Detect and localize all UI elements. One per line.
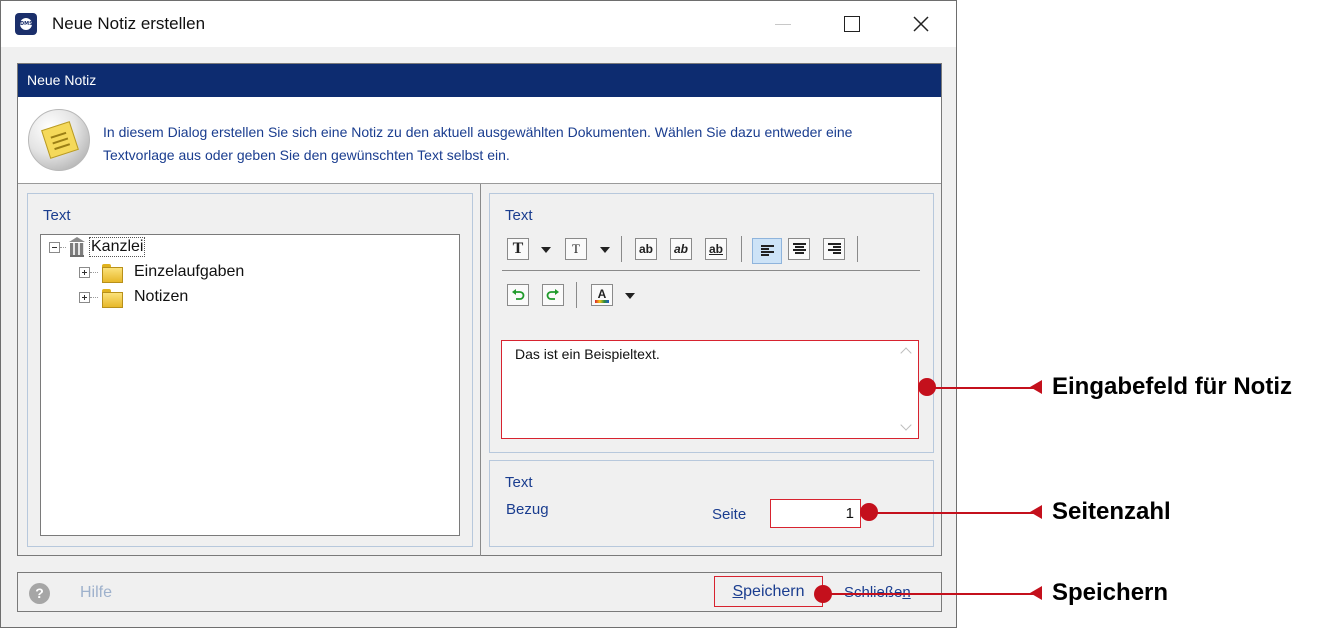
note-text-input[interactable]: Das ist ein Beispieltext. bbox=[501, 340, 919, 439]
redo-icon bbox=[546, 289, 559, 300]
align-center-button[interactable] bbox=[788, 238, 810, 260]
close-window-button[interactable] bbox=[893, 1, 949, 47]
dialog-header-title: Neue Notiz bbox=[27, 72, 97, 88]
close-icon bbox=[913, 16, 929, 32]
reference-panel-caption: Text bbox=[505, 474, 533, 491]
save-label: peichern bbox=[743, 582, 805, 600]
text-color-button[interactable]: A bbox=[591, 284, 613, 306]
callout-line-save bbox=[830, 593, 1034, 595]
help-icon[interactable]: ? bbox=[29, 583, 50, 604]
save-button[interactable]: Speichern bbox=[714, 576, 823, 607]
building-icon bbox=[68, 237, 86, 257]
minimize-button[interactable] bbox=[755, 1, 811, 47]
align-center-icon bbox=[792, 243, 806, 255]
note-editor-panel: Text T T ab ab ab A Das ist ein Beispiel… bbox=[489, 193, 934, 453]
callout-label-save: Speichern bbox=[1052, 579, 1169, 606]
font-icon: T bbox=[512, 240, 524, 257]
panel-divider bbox=[480, 184, 481, 556]
tree-node-kanzlei[interactable]: Kanzlei bbox=[49, 236, 146, 258]
note-text-value: Das ist ein Beispieltext. bbox=[515, 346, 660, 362]
app-icon-text: DMS bbox=[20, 21, 33, 27]
font-size-button[interactable]: T bbox=[565, 238, 587, 260]
page-number-input[interactable]: 1 bbox=[770, 499, 861, 528]
text-color-icon: A bbox=[597, 286, 607, 301]
align-right-icon bbox=[827, 243, 841, 255]
maximize-button[interactable] bbox=[823, 1, 879, 47]
callout-line-page bbox=[876, 512, 1034, 514]
info-text: In diesem Dialog erstellen Sie sich eine… bbox=[103, 124, 853, 163]
folder-icon bbox=[102, 288, 123, 308]
callout-label-page: Seitenzahl bbox=[1052, 498, 1171, 525]
callout-arrow-input bbox=[1030, 380, 1042, 394]
template-tree[interactable]: Kanzlei Einzelaufgaben Notizen bbox=[40, 234, 460, 536]
dialog-header: Neue Notiz bbox=[18, 64, 941, 97]
tree-node-einzelaufgaben[interactable]: Einzelaufgaben bbox=[79, 261, 244, 283]
tree-label-kanzlei: Kanzlei bbox=[89, 237, 146, 257]
note-icon bbox=[28, 109, 90, 171]
editor-panel-caption: Text bbox=[505, 207, 533, 224]
tree-label-notizen: Notizen bbox=[134, 288, 189, 305]
tree-label-einzelaufgaben: Einzelaufgaben bbox=[134, 263, 245, 280]
save-mnemonic: S bbox=[732, 582, 744, 600]
tree-node-notizen[interactable]: Notizen bbox=[79, 286, 188, 308]
align-left-button[interactable] bbox=[752, 238, 782, 264]
scroll-up-icon[interactable] bbox=[900, 347, 912, 359]
dialog-content: Neue Notiz In diesem Dialog erstellen Si… bbox=[17, 63, 942, 556]
template-tree-panel: Text Kanzlei Einzelaufgaben Notizen bbox=[27, 193, 473, 547]
underline-icon: ab bbox=[708, 242, 723, 256]
redo-button[interactable] bbox=[542, 284, 564, 306]
expand-icon[interactable] bbox=[79, 266, 90, 278]
folder-icon bbox=[102, 263, 123, 283]
font-size-dropdown-icon[interactable] bbox=[600, 247, 610, 253]
callout-arrow-save bbox=[1030, 586, 1042, 600]
font-size-icon: T bbox=[572, 241, 580, 256]
bold-button[interactable]: ab bbox=[635, 238, 657, 260]
dialog-footer: ? Hilfe Speichern Schließen bbox=[17, 572, 942, 612]
title-bar: DMS Neue Notiz erstellen bbox=[1, 1, 956, 47]
align-right-button[interactable] bbox=[823, 238, 845, 260]
seite-label: Seite bbox=[712, 506, 747, 523]
underline-button[interactable]: ab bbox=[705, 238, 727, 260]
callout-arrow-page bbox=[1030, 505, 1042, 519]
italic-icon: ab bbox=[673, 242, 688, 256]
help-button[interactable]: Hilfe bbox=[80, 584, 112, 602]
undo-icon bbox=[512, 289, 525, 300]
align-left-icon bbox=[760, 245, 774, 257]
scroll-down-icon[interactable] bbox=[900, 419, 912, 431]
info-area: In diesem Dialog erstellen Sie sich eine… bbox=[18, 97, 941, 184]
page-number-value: 1 bbox=[845, 505, 854, 522]
dialog-window: DMS Neue Notiz erstellen Neue Notiz In d… bbox=[0, 0, 957, 628]
expand-icon[interactable] bbox=[79, 291, 90, 303]
tree-panel-caption: Text bbox=[43, 207, 71, 224]
italic-button[interactable]: ab bbox=[670, 238, 692, 260]
bold-icon: ab bbox=[638, 242, 653, 256]
collapse-icon[interactable] bbox=[49, 241, 60, 253]
text-color-dropdown-icon[interactable] bbox=[625, 293, 635, 299]
font-dropdown-icon[interactable] bbox=[541, 247, 551, 253]
callout-line-input bbox=[934, 387, 1034, 389]
callout-label-input: Eingabefeld für Notiz bbox=[1052, 373, 1292, 400]
font-button[interactable]: T bbox=[507, 238, 529, 260]
undo-button[interactable] bbox=[507, 284, 529, 306]
bezug-label: Bezug bbox=[506, 501, 549, 518]
window-title: Neue Notiz erstellen bbox=[52, 14, 206, 33]
app-icon: DMS bbox=[15, 13, 37, 35]
note-scrollbar[interactable] bbox=[898, 343, 915, 436]
